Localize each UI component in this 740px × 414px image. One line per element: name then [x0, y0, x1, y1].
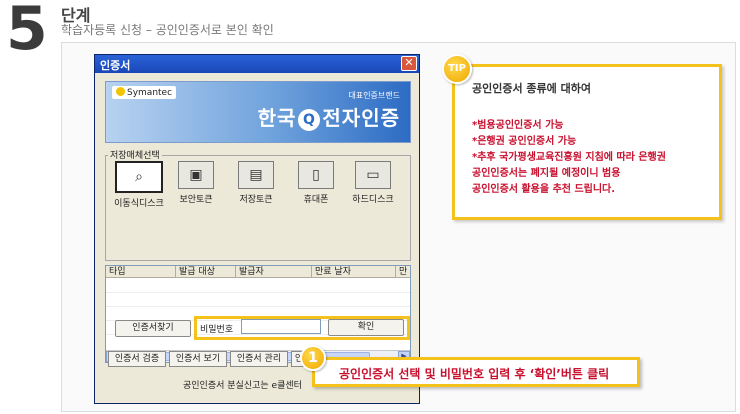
tip-badge: TIP — [442, 54, 472, 84]
tip-line: *은행권 공인인증서 가능 — [472, 136, 577, 147]
tip-title: 공인인증서 종류에 대하여 — [472, 82, 591, 95]
media-removable-disk[interactable]: ⌕ 이동식디스크 — [114, 161, 164, 209]
tip-line: 공인인증서는 폐지될 예정이니 범용 — [472, 168, 621, 179]
step-callout: 공인인증서 선택 및 비밀번호 입력 후 ‘확인’버튼 클릭 — [312, 357, 640, 387]
lost-report-text: 공인인증서 분실신고는 e클센터 — [183, 381, 302, 391]
storage-token-icon: ▤ — [238, 161, 274, 189]
security-token-icon: ▣ — [178, 161, 214, 189]
certificate-dialog: 인증서 ✕ Symantec 대표인증브랜드 한국 Q 전자인증 저장매체선택 ⌕ … — [94, 54, 420, 404]
brand-subtitle: 대표인증브랜드 — [348, 91, 400, 100]
column-header-more[interactable]: 만 — [396, 266, 410, 278]
tip-line: *범용공인인증서 가능 — [472, 120, 564, 131]
manage-certificate-button[interactable]: 인증서 관리 — [230, 351, 288, 367]
step-number: 5 — [6, 0, 48, 64]
column-header-issuer[interactable]: 발급자 — [236, 266, 312, 278]
callout-text: 공인인증서 선택 및 비밀번호 입력 후 ‘확인’버튼 클릭 — [339, 367, 610, 381]
media-storage-token[interactable]: ▤ 저장토큰 — [231, 161, 281, 205]
symantec-logo: Symantec — [112, 86, 177, 99]
media-hard-disk[interactable]: ▭ 하드디스크 — [348, 161, 398, 205]
brand-banner: Symantec 대표인증브랜드 한국 Q 전자인증 — [105, 81, 411, 143]
dialog-title: 인증서 — [100, 59, 131, 72]
close-icon: ✕ — [404, 56, 414, 69]
find-certificate-button[interactable]: 인증서찾기 — [115, 320, 191, 337]
removable-disk-icon: ⌕ — [115, 161, 163, 193]
password-highlight — [194, 316, 410, 340]
storage-media-label: 저장매체선택 — [108, 148, 162, 161]
brand-title: 한국 Q 전자인증 — [257, 106, 400, 131]
column-header-type[interactable]: 타입 — [106, 266, 176, 278]
close-button[interactable]: ✕ — [401, 56, 417, 71]
tip-line: 공인인증서 활용을 추천 드립니다. — [472, 184, 616, 195]
view-certificate-button[interactable]: 인증서 보기 — [169, 351, 227, 367]
certificate-table[interactable]: 타입 발급 대상 발급자 만료 날자 만 ◀ ▶ — [105, 265, 411, 363]
call-center-link[interactable]: e클센터 — [272, 381, 302, 391]
hard-disk-icon: ▭ — [355, 161, 391, 189]
callout-number-badge: 1 — [300, 345, 326, 371]
media-mobile-phone[interactable]: ▯ 휴대폰 — [291, 161, 341, 205]
tip-line: *추후 국가평생교육진흥원 지침에 따라 은행권 — [472, 152, 666, 163]
column-header-subject[interactable]: 발급 대상 — [176, 266, 236, 278]
media-security-token[interactable]: ▣ 보안토큰 — [171, 161, 221, 205]
dialog-titlebar: 인증서 ✕ — [95, 55, 419, 73]
table-row — [106, 292, 410, 293]
symantec-check-icon — [116, 87, 125, 96]
mobile-phone-icon: ▯ — [298, 161, 334, 189]
table-row — [106, 306, 410, 307]
step-subtitle: 학습자등록 신청 – 공인인증서로 본인 확인 — [61, 23, 274, 37]
brand-q-icon: Q — [298, 109, 321, 131]
verify-certificate-button[interactable]: 인증서 검증 — [108, 351, 166, 367]
column-header-expiry[interactable]: 만료 날자 — [312, 266, 396, 278]
